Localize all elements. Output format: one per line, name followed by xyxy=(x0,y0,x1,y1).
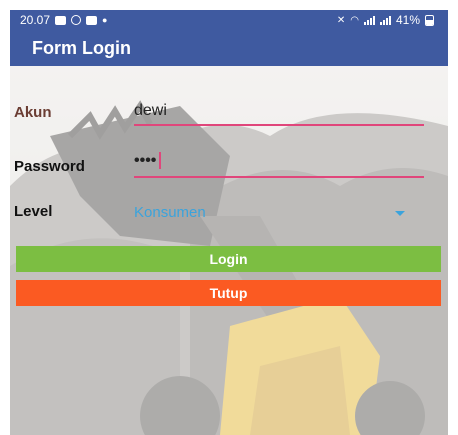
level-row: Level Konsumen xyxy=(10,191,448,231)
password-label: Password xyxy=(14,158,85,175)
password-masked-value: •••• xyxy=(134,152,157,169)
level-selected-value[interactable]: Konsumen xyxy=(134,204,206,221)
password-row: Password •••• xyxy=(10,146,448,186)
phone-screen: 20.07 ● ✕ ◠ 41% Form Login Akun dewi Pas… xyxy=(10,10,448,435)
battery-icon xyxy=(425,14,434,26)
mute-icon: ✕ xyxy=(336,14,346,26)
level-label: Level xyxy=(14,203,53,220)
akun-label: Akun xyxy=(14,104,52,121)
status-time: 20.07 xyxy=(20,13,51,27)
more-notifications-dot-icon: ● xyxy=(102,15,108,25)
akun-input[interactable]: dewi xyxy=(134,102,167,120)
app-bar-title: Form Login xyxy=(32,37,131,58)
dropdown-arrow-icon[interactable] xyxy=(395,211,405,216)
whatsapp-icon xyxy=(71,15,82,25)
login-button[interactable]: Login xyxy=(16,246,441,272)
gallery-notification-icon xyxy=(55,15,67,25)
password-input[interactable]: •••• xyxy=(134,152,162,170)
tutup-button[interactable]: Tutup xyxy=(16,280,441,306)
signal-icon-2 xyxy=(379,15,391,25)
status-bar: 20.07 ● ✕ ◠ 41% xyxy=(10,10,448,30)
akun-row: Akun dewi xyxy=(10,92,448,132)
password-input-underline xyxy=(134,176,424,178)
battery-level: 41% xyxy=(395,13,420,27)
wifi-icon: ◠ xyxy=(350,14,359,26)
youtube-icon xyxy=(86,15,98,25)
akun-input-underline xyxy=(134,124,424,126)
signal-icon xyxy=(363,15,375,25)
app-bar: Form Login xyxy=(10,30,448,66)
text-cursor xyxy=(159,152,162,170)
